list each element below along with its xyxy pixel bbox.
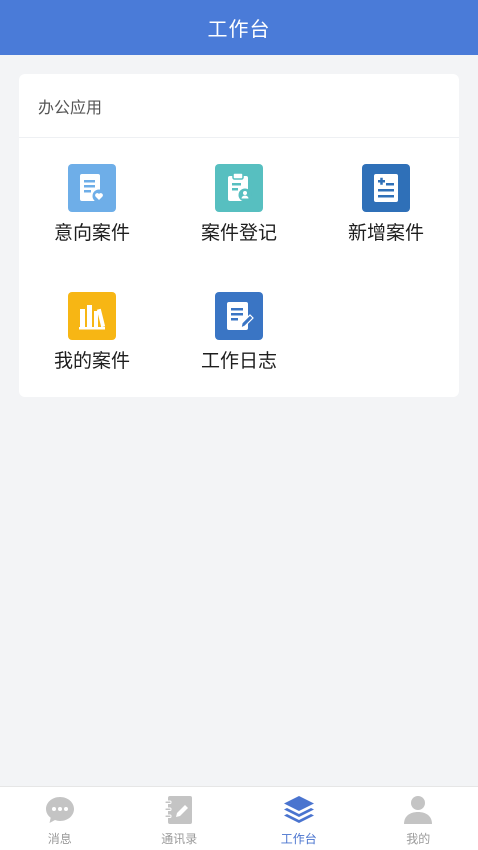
tab-contacts[interactable]: 通讯录 [120,787,240,850]
page-title: 工作台 [207,17,271,41]
office-apps-card: 办公应用 意向案件 案件登记 新增案件 我的案件 工作日志 [19,74,459,397]
tab-label: 消息 [47,832,72,846]
app-work-log[interactable]: 工作日志 [166,292,312,392]
workbench-icon [283,794,315,826]
app-root: 工作台 办公应用 意向案件 案件登记 新增案件 我的案件 工作日志 消息 通讯录… [0,0,478,850]
app-label: 工作日志 [200,350,277,372]
bottom-tab-bar: 消息 通讯录 工作台 我的 [0,786,478,850]
app-label: 意向案件 [53,222,130,244]
app-label: 案件登记 [200,222,277,244]
message-icon [44,794,76,826]
case-register-icon [215,164,263,212]
intent-case-icon [68,164,116,212]
app-label: 新增案件 [347,222,424,244]
tab-workbench[interactable]: 工作台 [239,787,359,850]
contacts-icon [163,794,195,826]
tab-label: 我的 [406,832,431,846]
card-header: 办公应用 [19,74,459,138]
app-my-case[interactable]: 我的案件 [19,292,165,392]
app-add-case[interactable]: 新增案件 [313,164,459,264]
tab-label: 工作台 [280,832,317,846]
tab-label: 通讯录 [161,832,198,846]
app-intent-case[interactable]: 意向案件 [19,164,165,264]
tab-profile[interactable]: 我的 [359,787,478,850]
section-title: 办公应用 [38,97,103,117]
my-case-icon [68,292,116,340]
app-label: 我的案件 [53,350,130,372]
add-case-icon [362,164,410,212]
app-case-register[interactable]: 案件登记 [166,164,312,264]
header-bar: 工作台 [0,0,478,55]
profile-icon [402,794,434,826]
tab-messages[interactable]: 消息 [0,787,120,850]
work-log-icon [215,292,263,340]
